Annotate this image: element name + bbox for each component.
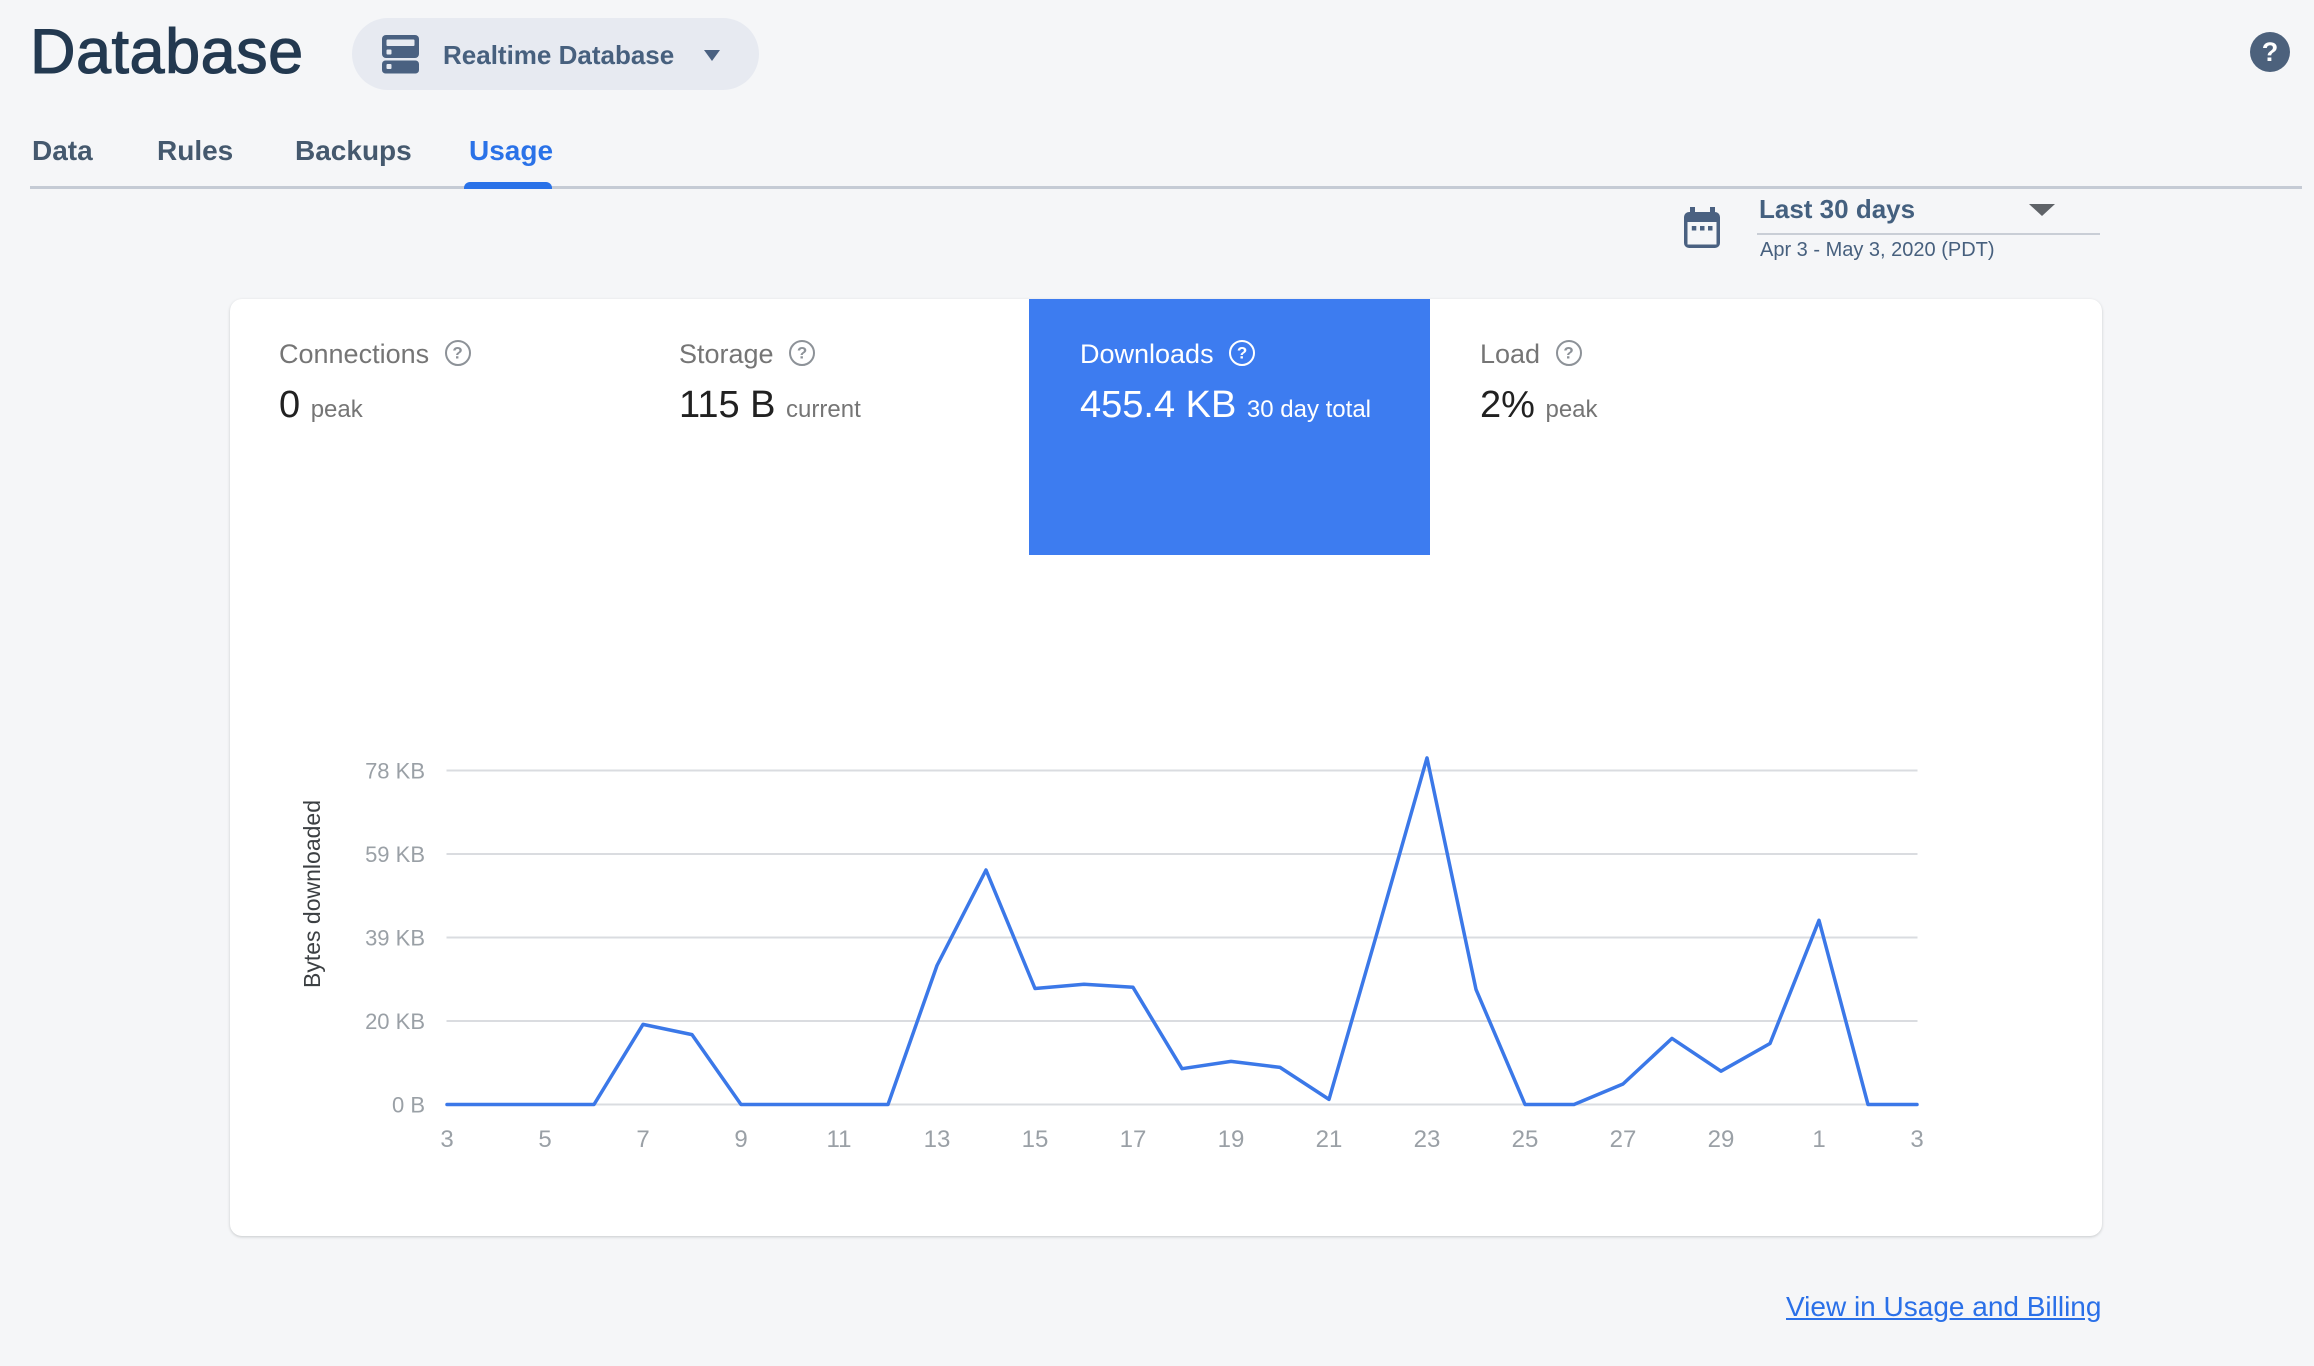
- svg-text:11: 11: [827, 1126, 852, 1153]
- svg-text:3: 3: [440, 1126, 453, 1153]
- svg-text:0 B: 0 B: [392, 1093, 425, 1118]
- svg-text:7: 7: [636, 1126, 649, 1153]
- svg-text:78 KB: 78 KB: [365, 759, 425, 784]
- svg-text:21: 21: [1316, 1126, 1343, 1153]
- svg-text:59 KB: 59 KB: [365, 842, 425, 867]
- svg-text:1: 1: [1812, 1126, 1825, 1153]
- svg-text:39 KB: 39 KB: [365, 926, 425, 951]
- svg-text:27: 27: [1610, 1126, 1637, 1153]
- svg-text:17: 17: [1120, 1126, 1147, 1153]
- svg-text:20 KB: 20 KB: [365, 1009, 425, 1034]
- svg-text:25: 25: [1512, 1126, 1539, 1153]
- svg-text:9: 9: [734, 1126, 747, 1153]
- svg-text:Bytes downloaded: Bytes downloaded: [299, 800, 325, 988]
- svg-text:29: 29: [1708, 1126, 1735, 1153]
- svg-text:5: 5: [538, 1126, 551, 1153]
- svg-text:3: 3: [1910, 1126, 1923, 1153]
- svg-text:13: 13: [924, 1126, 951, 1153]
- svg-text:15: 15: [1022, 1126, 1049, 1153]
- svg-text:23: 23: [1414, 1126, 1441, 1153]
- svg-text:19: 19: [1218, 1126, 1245, 1153]
